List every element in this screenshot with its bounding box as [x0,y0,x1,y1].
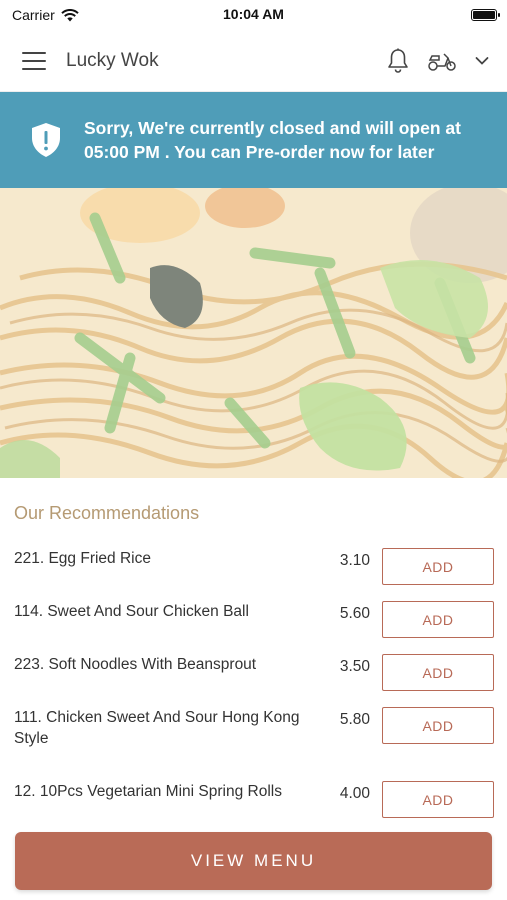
hamburger-icon[interactable] [22,51,46,70]
recommendations-list: 221. Egg Fried Rice 3.10 ADD 114. Sweet … [0,548,507,834]
list-item: 114. Sweet And Sour Chicken Ball 5.60 AD… [14,601,494,654]
list-item: 111. Chicken Sweet And Sour Hong Kong St… [14,707,494,781]
add-button[interactable]: ADD [382,781,494,818]
bell-icon[interactable] [387,48,409,74]
view-menu-button[interactable]: VIEW MENU [15,832,492,890]
list-item: 221. Egg Fried Rice 3.10 ADD [14,548,494,601]
status-left: Carrier [12,7,79,23]
header-actions [387,48,489,74]
app-title: Lucky Wok [66,49,159,71]
item-price: 5.80 [339,711,370,728]
item-price: 3.50 [339,658,370,675]
add-button[interactable]: ADD [382,548,494,585]
item-name: 223. Soft Noodles With Beansprout [14,656,257,673]
item-name: 12. 10Pcs Vegetarian Mini Spring Rolls [14,783,282,800]
battery-icon [471,9,500,21]
closed-message: Sorry, We're currently closed and will o… [84,118,461,162]
list-item: 223. Soft Noodles With Beansprout 3.50 A… [14,654,494,707]
chevron-down-icon[interactable] [475,56,489,66]
hero-overlay [0,188,507,478]
closed-banner: Sorry, We're currently closed and will o… [0,92,507,188]
status-time: 10:04 AM [223,6,284,22]
app-header: Lucky Wok [0,30,507,92]
item-name: 221. Egg Fried Rice [14,550,151,567]
add-button[interactable]: ADD [382,707,494,744]
section-title: Our Recommendations [14,503,200,523]
carrier-label: Carrier [12,7,55,23]
add-button[interactable]: ADD [382,601,494,638]
item-name: 111. Chicken Sweet And Sour Hong Kong St… [14,709,300,747]
hero-food-image [0,188,507,478]
status-bar: Carrier 10:04 AM [0,0,507,30]
wifi-icon [61,8,79,21]
add-button[interactable]: ADD [382,654,494,691]
item-price: 5.60 [339,605,370,622]
scooter-icon[interactable] [427,50,457,72]
shield-exclamation-icon [32,123,60,157]
item-price: 4.00 [339,785,370,802]
item-price: 3.10 [339,552,370,569]
item-name: 114. Sweet And Sour Chicken Ball [14,603,249,620]
